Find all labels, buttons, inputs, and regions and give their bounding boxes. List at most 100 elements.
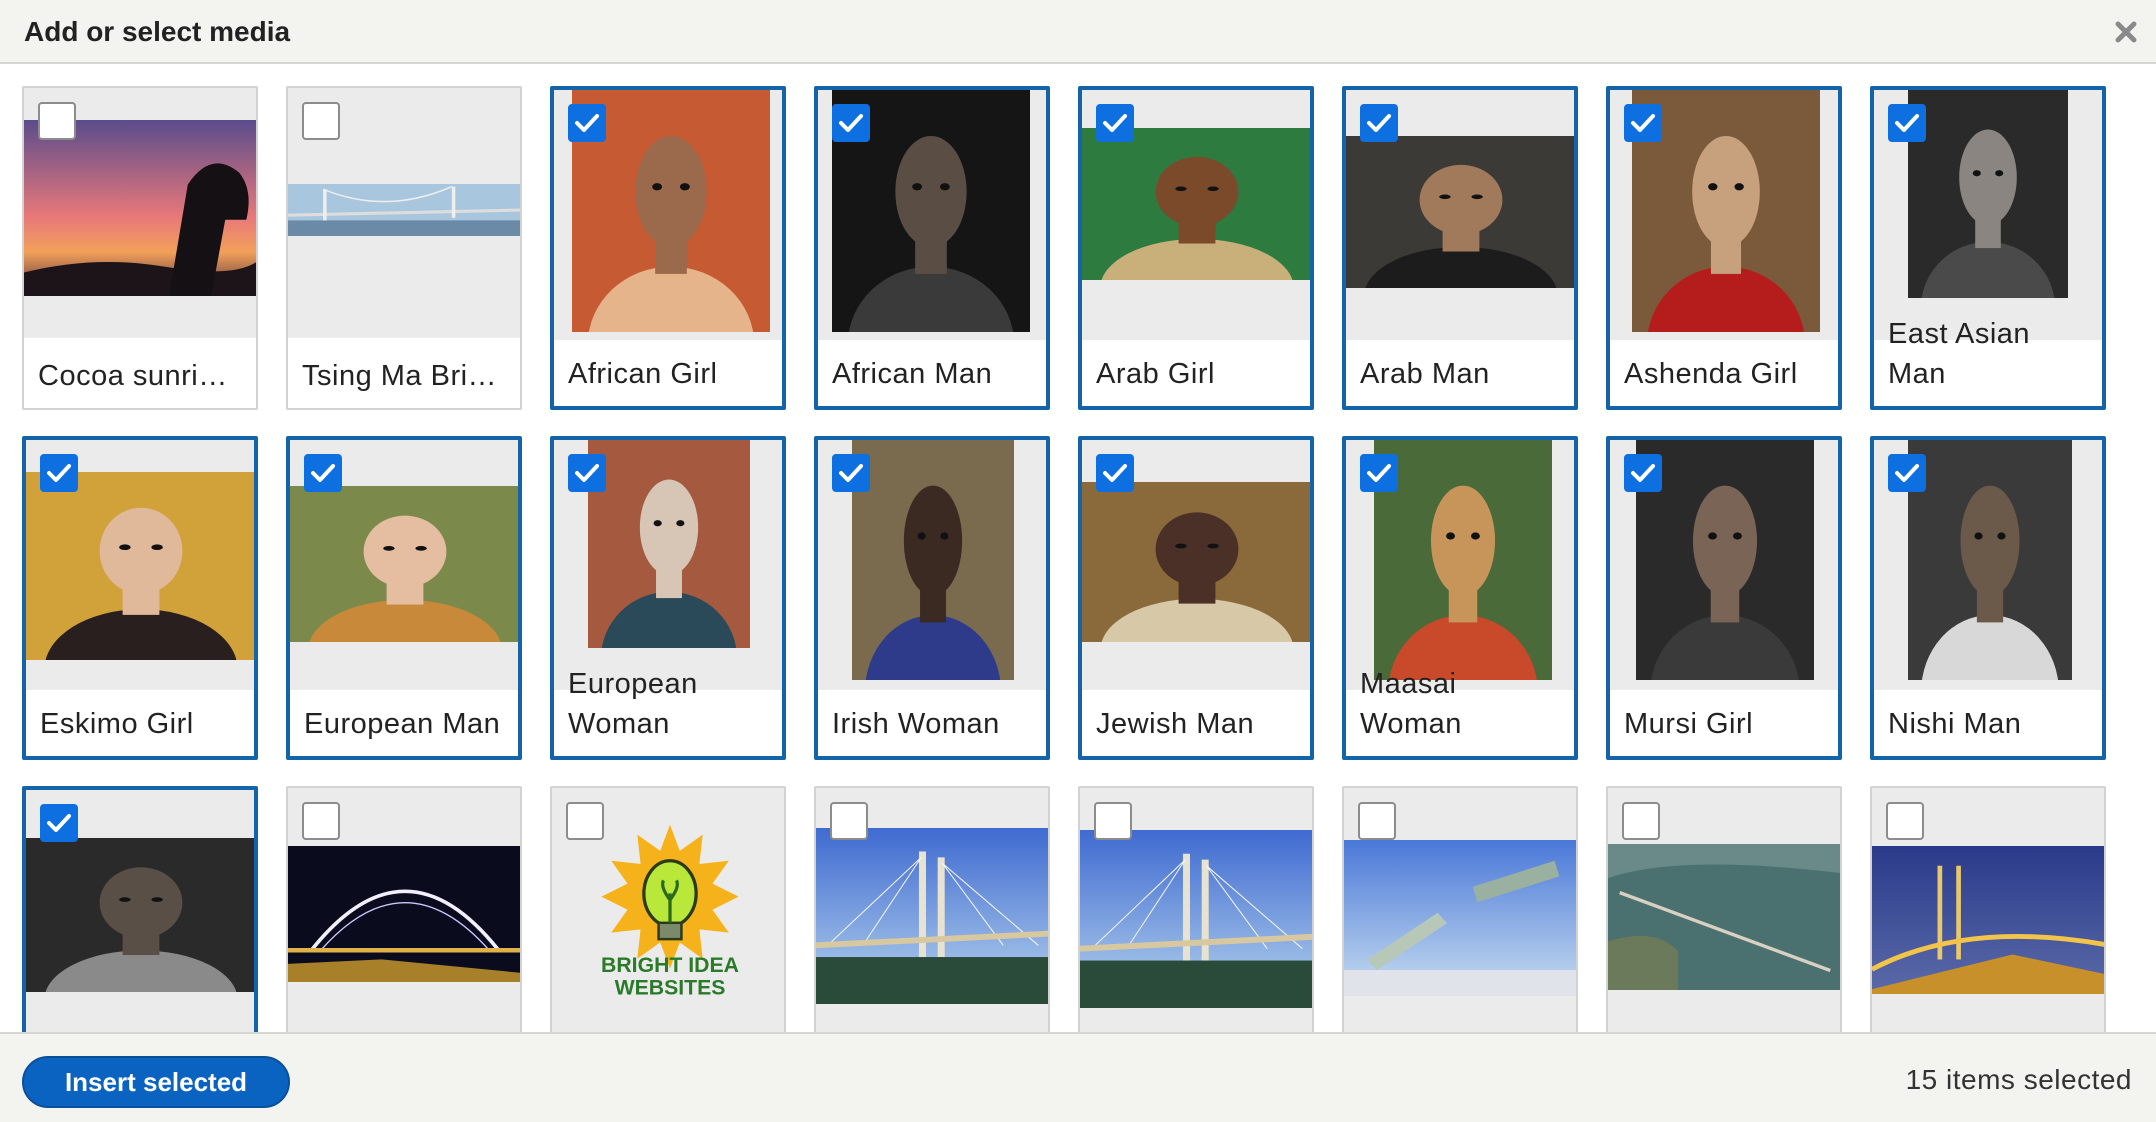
select-checkbox[interactable]: [566, 802, 604, 840]
media-item[interactable]: Tsing Ma Bri…: [286, 86, 522, 410]
thumbnail-image: [24, 120, 256, 296]
close-button[interactable]: [2108, 14, 2144, 50]
select-checkbox[interactable]: [1096, 104, 1134, 142]
checkmark-icon: [1631, 114, 1655, 132]
select-checkbox[interactable]: [1094, 802, 1132, 840]
close-icon: [2115, 21, 2137, 43]
media-item[interactable]: Eskimo Girl: [22, 436, 258, 760]
select-checkbox[interactable]: [832, 454, 870, 492]
media-item[interactable]: [286, 786, 522, 1032]
thumbnail-image: [1346, 136, 1574, 288]
media-name: East Asian Man: [1888, 318, 2031, 390]
select-checkbox[interactable]: [1358, 802, 1396, 840]
checkmark-icon: [47, 814, 71, 832]
checkmark-icon: [1103, 464, 1127, 482]
select-checkbox[interactable]: [1360, 104, 1398, 142]
select-checkbox[interactable]: [1886, 802, 1924, 840]
checkmark-icon: [575, 114, 599, 132]
media-name: Nishi Man: [1888, 708, 2022, 740]
thumbnail-image: [588, 440, 750, 648]
select-checkbox[interactable]: [1096, 454, 1134, 492]
thumbnail-image: [288, 184, 520, 236]
media-item[interactable]: Mursi Girl: [1606, 436, 1842, 760]
media-name: Maasai Woman: [1360, 668, 1462, 740]
insert-selected-button[interactable]: Insert selected: [22, 1056, 290, 1108]
media-name: Arab Man: [1360, 358, 1490, 390]
select-checkbox[interactable]: [40, 804, 78, 842]
media-name: Eskimo Girl: [40, 708, 194, 740]
checkmark-icon: [839, 464, 863, 482]
thumbnail-image: [26, 472, 254, 660]
media-item[interactable]: European Woman: [550, 436, 786, 760]
select-checkbox[interactable]: [830, 802, 868, 840]
logo-text-line-1: BRIGHT IDEA: [601, 954, 739, 977]
select-checkbox[interactable]: [1624, 104, 1662, 142]
media-item[interactable]: Arab Man: [1342, 86, 1578, 410]
media-name: Jewish Man: [1096, 708, 1255, 740]
media-item[interactable]: [1342, 786, 1578, 1032]
media-item[interactable]: [1606, 786, 1842, 1032]
checkmark-icon: [1367, 464, 1391, 482]
select-checkbox[interactable]: [1888, 104, 1926, 142]
media-name: Irish Woman: [832, 708, 1000, 740]
media-item[interactable]: [814, 786, 1050, 1032]
media-item[interactable]: Irish Woman: [814, 436, 1050, 760]
checkmark-icon: [1631, 464, 1655, 482]
checkmark-icon: [311, 464, 335, 482]
thumbnail-image: [1082, 482, 1310, 642]
media-library: Cocoa sunri… Tsing Ma Bri… African Girl …: [0, 64, 2156, 1032]
media-item[interactable]: African Man: [814, 86, 1050, 410]
media-item[interactable]: East Asian Man: [1870, 86, 2106, 410]
media-item[interactable]: Maasai Woman: [1342, 436, 1578, 760]
thumbnail-image: [1374, 440, 1552, 680]
thumbnail-image: [1082, 128, 1310, 280]
media-name: Ashenda Girl: [1624, 358, 1798, 390]
thumbnail-image: [816, 828, 1048, 1004]
select-checkbox[interactable]: [38, 102, 76, 140]
thumbnail-image: [1608, 844, 1840, 990]
media-item[interactable]: European Man: [286, 436, 522, 760]
select-checkbox[interactable]: [304, 454, 342, 492]
selected-count: 15 items selected: [1905, 1064, 2132, 1095]
select-checkbox[interactable]: [1360, 454, 1398, 492]
select-checkbox[interactable]: [1624, 454, 1662, 492]
media-item[interactable]: [22, 786, 258, 1032]
media-item[interactable]: Ashenda Girl: [1606, 86, 1842, 410]
media-item[interactable]: African Girl: [550, 86, 786, 410]
media-name: European Woman: [568, 668, 698, 740]
select-checkbox[interactable]: [568, 104, 606, 142]
thumbnail-image: [1908, 440, 2072, 680]
checkmark-icon: [839, 114, 863, 132]
thumbnail-image: [1636, 440, 1814, 680]
media-name: African Man: [832, 358, 993, 390]
checkmark-icon: [1895, 464, 1919, 482]
media-item[interactable]: [1870, 786, 2106, 1032]
select-checkbox[interactable]: [1622, 802, 1660, 840]
media-item[interactable]: Jewish Man: [1078, 436, 1314, 760]
media-name: Cocoa sunri…: [38, 360, 228, 392]
select-checkbox[interactable]: [1888, 454, 1926, 492]
thumbnail-image: [852, 440, 1014, 680]
thumbnail-image: [1344, 840, 1576, 996]
thumbnail-image: [288, 846, 520, 982]
media-item[interactable]: BRIGHT IDEA WEBSITES: [550, 786, 786, 1032]
checkmark-icon: [1895, 114, 1919, 132]
dialog-footer: Insert selected 15 items selected: [0, 1032, 2156, 1122]
select-checkbox[interactable]: [832, 104, 870, 142]
dialog-title: Add or select media: [24, 16, 291, 47]
select-checkbox[interactable]: [302, 102, 340, 140]
select-checkbox[interactable]: [40, 454, 78, 492]
dialog-titlebar: Add or select media: [0, 0, 2156, 64]
checkmark-icon: [1103, 114, 1127, 132]
media-item[interactable]: Nishi Man: [1870, 436, 2106, 760]
media-item[interactable]: Arab Girl: [1078, 86, 1314, 410]
thumbnail-image: [1872, 846, 2104, 994]
thumbnail-image: [290, 486, 518, 642]
media-name: African Girl: [568, 358, 718, 390]
thumbnail-image: [1080, 830, 1312, 1008]
media-item[interactable]: Cocoa sunri…: [22, 86, 258, 410]
select-checkbox[interactable]: [568, 454, 606, 492]
media-item[interactable]: [1078, 786, 1314, 1032]
media-name: Tsing Ma Bri…: [302, 360, 498, 392]
select-checkbox[interactable]: [302, 802, 340, 840]
